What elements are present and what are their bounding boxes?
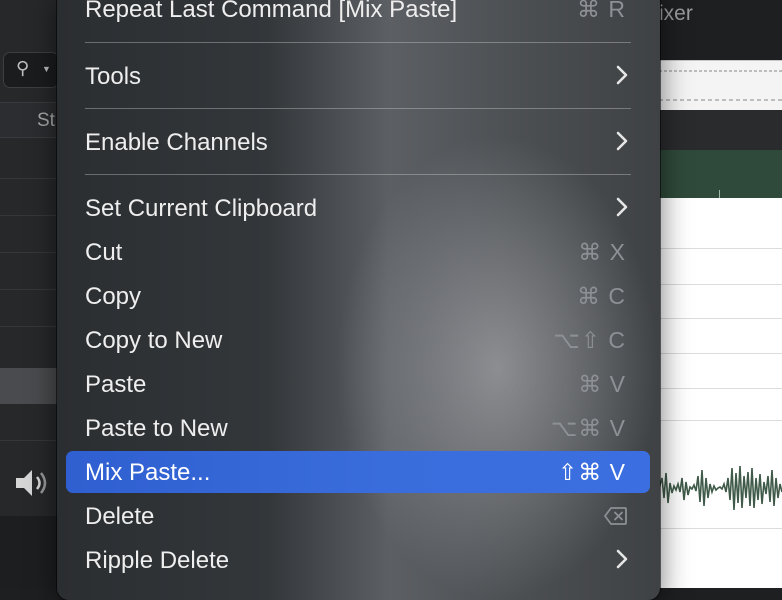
menu-item-label: Cut — [85, 239, 123, 266]
chevron-right-icon — [616, 65, 628, 90]
menu-item-copy-to-new[interactable]: Copy to New ⌥⇧ C — [66, 319, 650, 361]
speaker-icon[interactable] — [14, 466, 54, 507]
context-menu: Repeat Last Command [Mix Paste] ⌘ R Tool… — [57, 0, 660, 600]
delete-key-icon — [604, 506, 628, 531]
row-divider — [0, 440, 60, 441]
menu-item-label: Tools — [85, 63, 142, 90]
menu-item-enable-channels[interactable]: Enable Channels — [66, 121, 650, 163]
grid-line — [659, 353, 782, 354]
chevron-right-icon — [616, 197, 628, 222]
menu-item-paste-to-new[interactable]: Paste to New ⌥⌘ V — [66, 407, 650, 449]
menu-item-paste[interactable]: Paste ⌘ V — [66, 363, 650, 405]
menu-separator — [85, 174, 631, 175]
menu-item-set-current-clipboard[interactable]: Set Current Clipboard — [66, 187, 650, 229]
timeline-tick — [719, 190, 720, 198]
tab-mixer[interactable]: ixer — [659, 2, 693, 26]
menu-item-label: Repeat Last Command [Mix Paste] — [85, 0, 458, 23]
grid-line — [659, 284, 782, 285]
waveform-overview[interactable] — [659, 60, 782, 111]
menu-item-shortcut: ⌥⇧ C — [553, 327, 626, 353]
menu-item-shortcut: ⌘ X — [578, 239, 626, 265]
menu-item-label: Mix Paste... — [85, 459, 211, 486]
row-divider — [0, 326, 60, 327]
chevron-right-icon — [616, 549, 628, 574]
menu-item-shortcut: ⇧⌘ V — [557, 459, 626, 485]
menu-item-label: Paste — [85, 371, 147, 398]
menu-item-label: Delete — [85, 503, 155, 530]
chevron-right-icon — [616, 131, 628, 156]
grid-line — [659, 388, 782, 389]
time-ruler — [659, 110, 782, 150]
grid-line — [659, 318, 782, 319]
grid-line — [659, 420, 782, 421]
menu-item-copy[interactable]: Copy ⌘ C — [66, 275, 650, 317]
audio-waveform — [659, 465, 782, 511]
menu-item-label: Set Current Clipboard — [85, 195, 318, 222]
menu-item-shortcut: ⌥⌘ V — [550, 415, 626, 441]
grid-line — [659, 248, 782, 249]
menu-item-mix-paste[interactable]: Mix Paste... ⇧⌘ V — [66, 451, 650, 493]
menu-item-tools[interactable]: Tools — [66, 55, 650, 97]
menu-item-label: Paste to New — [85, 415, 228, 442]
menu-separator — [85, 42, 631, 43]
left-panel-footer — [0, 516, 60, 588]
row-divider — [0, 178, 60, 179]
menu-separator — [85, 108, 631, 109]
menu-item-repeat-last-command[interactable]: Repeat Last Command [Mix Paste] ⌘ R — [66, 0, 650, 30]
menu-item-ripple-delete[interactable]: Ripple Delete — [66, 539, 650, 581]
waveform-track[interactable] — [659, 198, 782, 588]
row-divider — [0, 252, 60, 253]
left-panel: ⚲ ▼ St — [0, 0, 60, 588]
menu-item-shortcut: ⌘ V — [578, 371, 626, 397]
row-divider — [0, 289, 60, 290]
menu-item-shortcut: ⌘ C — [577, 283, 626, 309]
selected-row[interactable] — [0, 368, 60, 404]
menu-item-label: Ripple Delete — [85, 547, 230, 574]
row-divider — [0, 215, 60, 216]
chevron-down-icon: ▼ — [42, 64, 51, 74]
menu-item-label: Copy — [85, 283, 142, 310]
timeline-bar[interactable] — [659, 150, 782, 198]
column-header-label: St — [37, 110, 55, 131]
menu-item-shortcut: ⌘ R — [577, 0, 626, 22]
menu-item-delete[interactable]: Delete — [66, 495, 650, 537]
search-icon: ⚲ — [16, 58, 30, 78]
menu-item-label: Copy to New — [85, 327, 223, 354]
search-field[interactable]: ⚲ ▼ — [3, 52, 59, 88]
column-header[interactable]: St — [0, 102, 60, 138]
menu-item-label: Enable Channels — [85, 129, 268, 156]
grid-line — [659, 528, 782, 529]
menu-item-cut[interactable]: Cut ⌘ X — [66, 231, 650, 273]
